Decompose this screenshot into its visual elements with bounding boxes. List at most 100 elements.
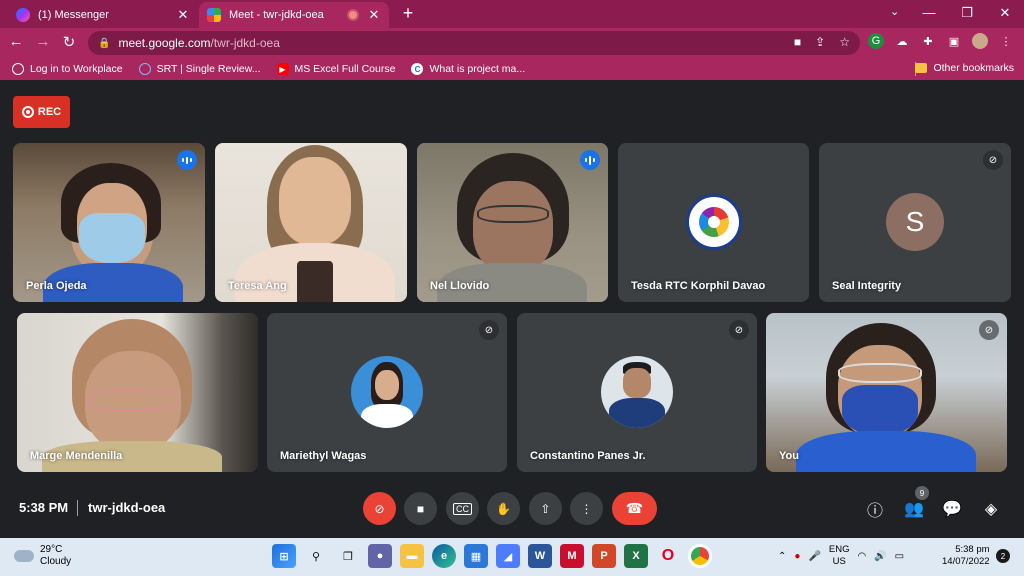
participant-video [13, 143, 205, 302]
lock-icon: 🔒 [98, 37, 111, 49]
azure-icon[interactable]: ◢ [496, 544, 520, 568]
cloud-icon [14, 550, 34, 562]
site-icon: C [411, 63, 424, 75]
tab-messenger[interactable]: (1) Messenger ✕ [8, 2, 198, 28]
captions-button[interactable]: CC [446, 492, 479, 525]
participant-name: Marge Mendenilla [30, 450, 123, 462]
bookmark-item[interactable]: ▶ MS Excel Full Course [276, 63, 396, 75]
start-icon[interactable]: ⊞ [272, 544, 296, 568]
bookmark-label: What is project ma... [429, 63, 526, 75]
battery-icon[interactable]: ▭ [895, 551, 904, 562]
sidepanel-icon[interactable]: ▣ [946, 33, 962, 49]
toolbar: ← → ↻ 🔒 meet.google.com/twr-jdkd-oea ■ ⇪… [0, 28, 1024, 58]
bookmark-label: Log in to Workplace [30, 63, 123, 75]
recording-button[interactable]: REC [13, 96, 70, 128]
menu-icon[interactable]: ⋮ [998, 33, 1014, 49]
system-tray: ⌃ ● 🎤 ENG US ◠ 🔊 ▭ [778, 544, 904, 568]
avatar: S [886, 193, 944, 251]
clock-date: 14/07/2022 [942, 556, 990, 567]
weather-widget[interactable]: 29°C Cloudy [14, 544, 71, 568]
weather-condition: Cloudy [40, 556, 72, 567]
participant-name: Constantino Panes Jr. [530, 450, 646, 462]
workplace-icon [12, 63, 24, 75]
file-explorer-icon[interactable]: ▬ [400, 544, 424, 568]
grammarly-icon[interactable]: G [868, 33, 884, 49]
participant-tile[interactable]: Teresa Ang [215, 143, 407, 302]
reload-button[interactable]: ↻ [59, 33, 79, 51]
mic-off-icon: ⊘ [729, 320, 749, 340]
puzzle-icon[interactable]: ✚ [920, 33, 936, 49]
tab-search-icon[interactable]: ⌄ [890, 5, 899, 18]
bookmark-label: MS Excel Full Course [294, 63, 396, 75]
powerpoint-icon[interactable]: P [592, 544, 616, 568]
share-icon[interactable]: ⇪ [815, 35, 825, 49]
activities-icon: ◈ [984, 501, 998, 518]
tab-title: (1) Messenger [38, 9, 109, 21]
chevron-up-icon[interactable]: ⌃ [778, 551, 786, 562]
meet-view: REC Perla Ojeda Teresa Ang Nel Llovido T… [0, 82, 1024, 537]
record-icon [21, 106, 34, 118]
camera-toggle-button[interactable]: ■ [404, 492, 437, 525]
task-view-icon[interactable]: ❐ [336, 544, 360, 568]
participant-tile[interactable]: ⊘ Mariethyl Wagas [267, 313, 507, 472]
network-alert-icon[interactable]: ● [794, 551, 800, 562]
other-bookmarks[interactable]: Other bookmarks [915, 62, 1014, 74]
more-options-button[interactable]: ⋮ [570, 492, 603, 525]
bookmark-item[interactable]: Log in to Workplace [12, 63, 123, 75]
participant-tile[interactable]: Tesda RTC Korphil Davao [618, 143, 809, 302]
excel-icon[interactable]: X [624, 544, 648, 568]
notification-badge[interactable]: 2 [996, 549, 1010, 563]
taskbar-apps: ⊞ ⚲ ❐ ● ▬ e ▦ ◢ W M P X O [272, 544, 712, 568]
participant-name: Nel Llovido [430, 280, 490, 292]
meeting-details-button[interactable]: ⓘ [864, 498, 886, 520]
close-icon[interactable]: ✕ [176, 7, 190, 23]
phone-hangup-icon: ☎ [625, 500, 644, 516]
participant-tile[interactable]: Marge Mendenilla [17, 313, 258, 472]
profile-avatar[interactable] [972, 33, 988, 49]
address-bar[interactable]: 🔒 meet.google.com/twr-jdkd-oea ■ ⇪ ☆ [88, 31, 860, 55]
leave-call-button[interactable]: ☎ [612, 492, 657, 525]
mcafee-icon[interactable]: M [560, 544, 584, 568]
bookmark-item[interactable]: C What is project ma... [411, 63, 525, 75]
search-icon[interactable]: ⚲ [304, 544, 328, 568]
recording-indicator-icon [349, 11, 357, 19]
teams-chat-icon[interactable]: ● [368, 544, 392, 568]
mic-off-icon: ⊘ [979, 320, 999, 340]
activities-button[interactable]: ◈ [980, 498, 1002, 520]
participant-tile[interactable]: Nel Llovido [417, 143, 608, 302]
store-icon[interactable]: ▦ [464, 544, 488, 568]
youtube-icon: ▶ [276, 63, 289, 75]
forward-button[interactable]: → [33, 33, 53, 50]
bookmark-item[interactable]: SRT | Single Review... [138, 63, 261, 75]
word-icon[interactable]: W [528, 544, 552, 568]
close-icon[interactable]: ✕ [367, 7, 381, 23]
present-button[interactable]: ⇧ [529, 492, 562, 525]
close-window-button[interactable]: ✕ [986, 0, 1024, 28]
participant-tile[interactable]: ⊘ Constantino Panes Jr. [517, 313, 757, 472]
participant-tile[interactable]: ⊘ You [766, 313, 1007, 472]
camera-icon[interactable]: ■ [794, 35, 801, 49]
edge-icon[interactable]: e [432, 544, 456, 568]
microphone-icon[interactable]: 🎤 [808, 551, 820, 562]
people-button[interactable]: 👥 [903, 498, 925, 520]
raise-hand-button[interactable]: ✋ [487, 492, 520, 525]
back-button[interactable]: ← [6, 33, 26, 50]
participant-tile[interactable]: Perla Ojeda [13, 143, 205, 302]
minimize-button[interactable]: — [910, 0, 948, 28]
tab-meet[interactable]: Meet - twr-jdkd-oea ✕ [199, 2, 389, 28]
volume-icon[interactable]: 🔊 [874, 551, 886, 562]
new-tab-button[interactable]: + [398, 3, 418, 24]
participant-tile[interactable]: S ⊘ Seal Integrity [819, 143, 1011, 302]
mic-toggle-button[interactable]: ⊘ [363, 492, 396, 525]
restore-button[interactable]: ❐ [948, 0, 986, 28]
url-path: /twr-jdkd-oea [210, 36, 280, 50]
people-icon: 👥 [904, 501, 924, 518]
clock[interactable]: 5:38 pm 14/07/2022 [942, 544, 990, 568]
language-indicator[interactable]: ENG US [829, 544, 850, 568]
star-icon[interactable]: ☆ [839, 35, 850, 49]
wifi-icon[interactable]: ◠ [857, 551, 866, 562]
chat-button[interactable]: 💬 [941, 498, 963, 520]
opera-icon[interactable]: O [656, 544, 680, 568]
chrome-icon[interactable] [688, 544, 712, 568]
cloud-extension-icon[interactable]: ☁ [894, 33, 910, 49]
